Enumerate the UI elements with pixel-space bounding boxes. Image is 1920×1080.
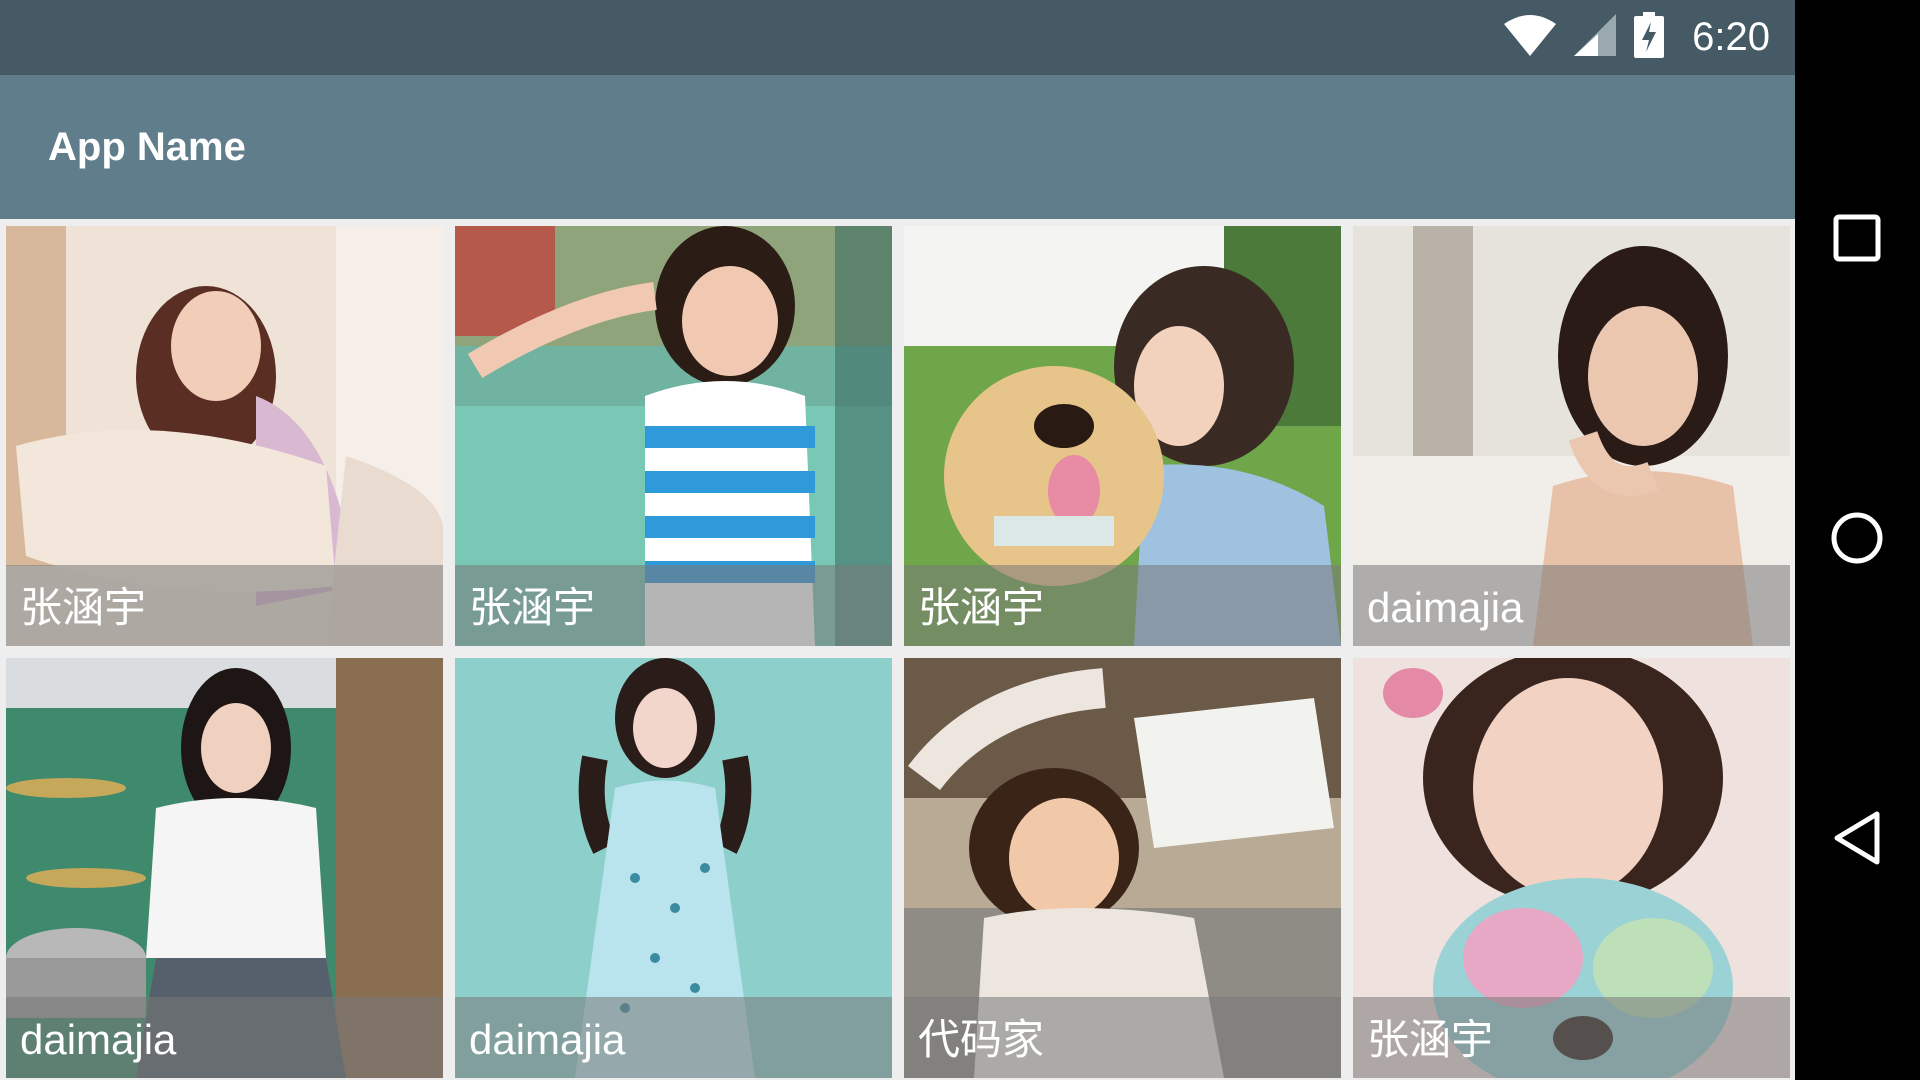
grid-tile[interactable]: 代码家 — [904, 658, 1341, 1078]
app-title: App Name — [48, 125, 246, 169]
grid-tile[interactable]: daimajia — [6, 658, 443, 1078]
tile-label: 张涵宇 — [20, 584, 147, 631]
grid-tile[interactable]: daimajia — [455, 658, 892, 1078]
recents-button[interactable] — [1825, 208, 1889, 272]
recents-square-icon — [1833, 214, 1881, 267]
tile-label: daimajia — [20, 1016, 177, 1063]
app-bar: App Name — [0, 75, 1795, 219]
status-time: 6:20 — [1692, 15, 1770, 59]
home-circle-icon — [1830, 511, 1884, 570]
tile-label: daimajia — [1367, 584, 1524, 631]
grid-tile[interactable]: daimajia — [1353, 226, 1790, 646]
tile-label: 张涵宇 — [918, 584, 1045, 631]
back-triangle-icon — [1832, 810, 1882, 871]
back-button[interactable] — [1825, 808, 1889, 872]
grid-tile[interactable]: 张涵宇 — [455, 226, 892, 646]
photo-grid: 张涵宇 张涵宇 张涵宇 daimajia daimajia daimajia 代… — [0, 219, 1795, 1080]
tile-label: 代码家 — [918, 1016, 1045, 1063]
navigation-bar — [1795, 0, 1920, 1080]
grid-tile[interactable]: 张涵宇 — [904, 226, 1341, 646]
tile-label: 张涵宇 — [469, 584, 596, 631]
battery-charging-icon — [1634, 12, 1665, 63]
status-bar: 6:20 — [0, 0, 1795, 75]
phone-screen: 6:20 App Name 张涵宇 张涵宇 张涵宇 daimajia daima… — [0, 0, 1795, 1080]
signal-icon — [1574, 14, 1617, 61]
grid-tile[interactable]: 张涵宇 — [1353, 658, 1790, 1078]
tile-label: daimajia — [469, 1016, 626, 1063]
tile-label: 张涵宇 — [1367, 1016, 1494, 1063]
home-button[interactable] — [1825, 508, 1889, 572]
wifi-icon — [1504, 14, 1557, 61]
status-icons: 6:20 — [1504, 0, 1770, 75]
grid-tile[interactable]: 张涵宇 — [6, 226, 443, 646]
